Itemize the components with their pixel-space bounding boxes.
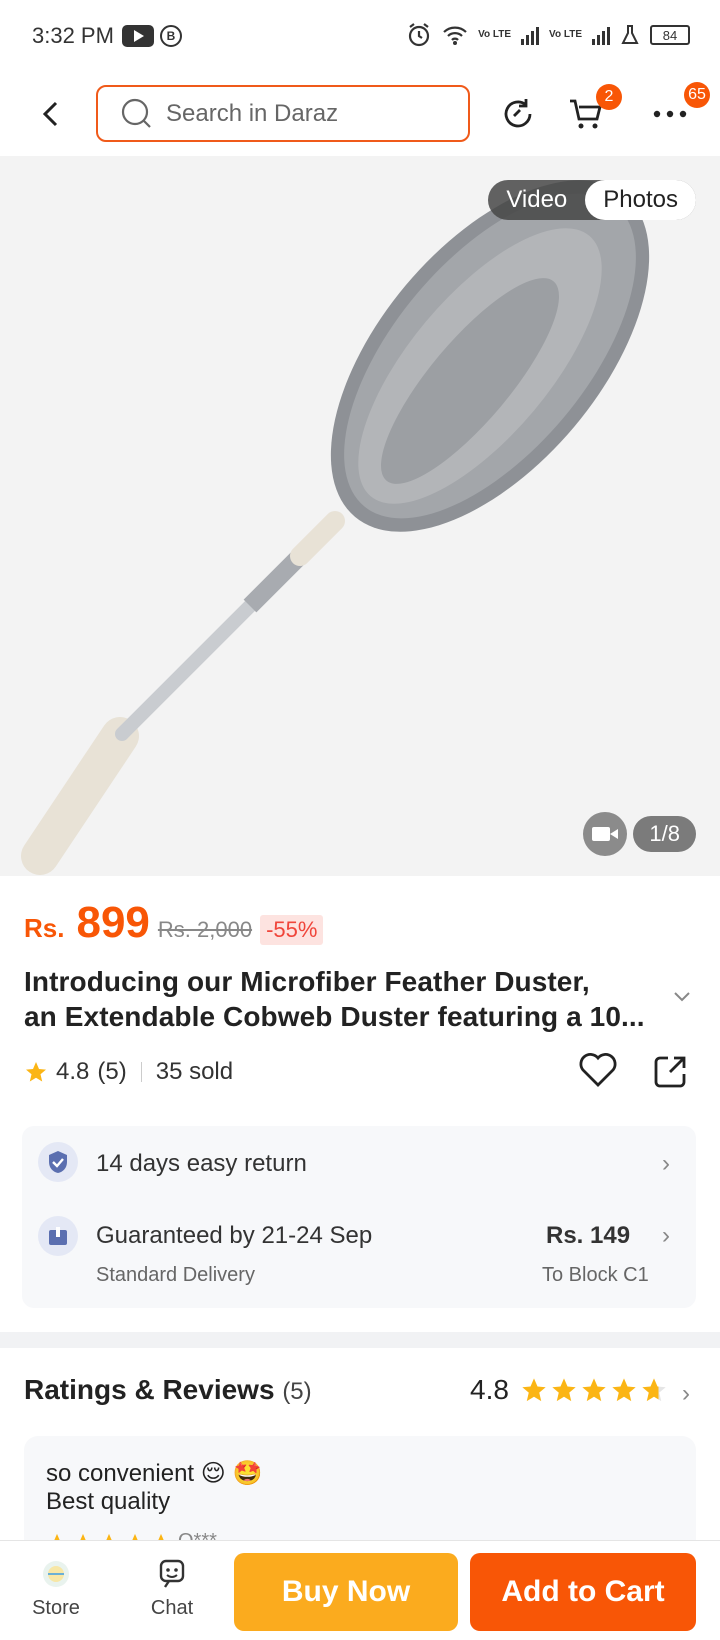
lte-label-1: Vo LTE <box>478 29 512 40</box>
chat-icon <box>159 1559 185 1588</box>
more-badge: 65 <box>684 82 710 108</box>
star-icon <box>612 1378 636 1402</box>
delivery-fee: Rs. 149 <box>546 1222 631 1249</box>
price-original: Rs. 2,000 <box>157 917 253 942</box>
review-text-line2: Best quality <box>46 1488 171 1515</box>
b-app-icon: B <box>159 25 182 47</box>
search-input[interactable]: Search in Daraz <box>96 85 470 142</box>
chevron-right-icon[interactable]: › <box>662 1222 670 1250</box>
rating-count: (5) <box>97 1058 127 1085</box>
chat-label: Chat <box>150 1597 194 1619</box>
tab-video[interactable]: Video <box>488 180 585 220</box>
price-current: 899 <box>76 898 150 947</box>
store-label: Store <box>32 1597 80 1619</box>
history-button[interactable] <box>494 90 542 138</box>
cart-button[interactable]: 2 <box>562 84 622 138</box>
youtube-icon <box>121 25 154 47</box>
product-image-gallery[interactable]: Video Photos 1/8 <box>0 156 720 876</box>
shield-check-icon <box>38 1142 78 1182</box>
video-button[interactable] <box>583 812 628 856</box>
store-button[interactable]: Store <box>16 1559 96 1620</box>
search-icon <box>121 98 151 128</box>
status-time: 3:32 PM <box>32 23 114 48</box>
price-currency: Rs. <box>24 913 65 943</box>
media-toggle: Video Photos <box>488 180 696 220</box>
discount-badge: -55% <box>260 915 324 945</box>
heart-icon[interactable] <box>578 1052 618 1088</box>
ratings-heading[interactable]: Ratings & Reviews (5) <box>24 1374 312 1406</box>
cart-badge: 2 <box>596 84 622 110</box>
chat-button[interactable]: Chat <box>132 1559 212 1620</box>
product-photo <box>21 180 650 875</box>
add-to-cart-button[interactable]: Add to Cart <box>470 1553 696 1631</box>
status-bar: 3:32 PM B Vo LTE Vo LTE 84 <box>0 0 720 72</box>
status-indicators: Vo LTE Vo LTE 84 <box>406 22 690 48</box>
product-title-line1: Introducing our Microfiber Feather Duste… <box>24 966 590 997</box>
history-icon <box>504 99 532 128</box>
signal-icon-2 <box>592 25 610 45</box>
back-button[interactable] <box>30 92 70 136</box>
ratings-stars <box>520 1376 668 1404</box>
sold-count: 35 sold <box>155 1058 234 1085</box>
share-icon[interactable] <box>652 1054 688 1090</box>
more-button[interactable]: 65 <box>646 82 710 138</box>
search-placeholder: Search in Daraz <box>166 99 339 127</box>
product-title-line2: an Extendable Cobweb Duster featuring a … <box>24 1001 645 1032</box>
delivery-type: Standard Delivery <box>96 1264 255 1286</box>
return-policy-text[interactable]: 14 days easy return <box>96 1150 307 1178</box>
star-icon <box>26 1062 46 1082</box>
bottom-action-bar: Store Chat Buy Now Add to Cart <box>0 1540 720 1640</box>
top-header: Search in Daraz 2 65 <box>0 82 720 144</box>
chevron-down-icon[interactable] <box>672 990 692 1004</box>
chevron-right-icon[interactable]: › <box>662 1150 670 1178</box>
chevron-right-icon[interactable]: › <box>682 1380 690 1408</box>
image-counter-text: 1/8 <box>633 816 696 852</box>
service-info-box: 14 days easy return › Guaranteed by 21-2… <box>22 1126 696 1308</box>
store-logo-icon <box>43 1561 69 1587</box>
review-text: so convenient 😌 🤩 Best quality <box>46 1460 262 1516</box>
star-icon <box>582 1378 606 1402</box>
delivery-location[interactable]: To Block C1 <box>542 1264 649 1287</box>
video-camera-icon <box>592 827 619 841</box>
product-title[interactable]: Introducing our Microfiber Feather Duste… <box>24 964 654 1034</box>
wifi-icon <box>443 26 467 45</box>
ratings-heading-text: Ratings & Reviews <box>24 1374 275 1405</box>
star-icon <box>552 1378 576 1402</box>
tab-photos[interactable]: Photos <box>585 180 696 220</box>
ratings-score: 4.8 <box>470 1374 509 1405</box>
lte-label-2: Vo LTE <box>549 29 582 40</box>
more-dots-icon <box>653 110 687 118</box>
ratings-count: (5) <box>282 1378 312 1405</box>
half-star-icon <box>642 1378 666 1402</box>
star-icon <box>522 1378 546 1402</box>
flask-icon <box>621 25 639 44</box>
battery-indicator: 84 <box>650 25 690 45</box>
delivery-guarantee-text[interactable]: Guaranteed by 21-24 Sep <box>96 1222 372 1250</box>
back-arrow-icon <box>42 101 58 127</box>
divider <box>140 1062 142 1082</box>
image-counter: 1/8 <box>583 812 696 856</box>
rating-value: 4.8 <box>56 1058 90 1085</box>
rating-row[interactable]: 4.8 (5) 35 sold <box>24 1058 233 1086</box>
price-row: Rs. 899 Rs. 2,000 -55% <box>24 898 324 948</box>
signal-icon-1 <box>521 25 540 45</box>
delivery-box-icon <box>38 1216 78 1256</box>
review-text-line1: so convenient 😌 🤩 <box>46 1460 263 1487</box>
section-divider <box>0 1332 720 1348</box>
review-card[interactable]: so convenient 😌 🤩 Best quality Q*** <box>24 1436 696 1556</box>
buy-now-button[interactable]: Buy Now <box>234 1553 458 1631</box>
alarm-icon <box>408 23 430 47</box>
